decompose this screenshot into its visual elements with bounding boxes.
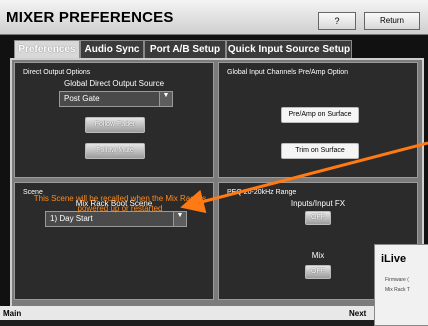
callout-arrow-icon <box>180 141 428 214</box>
mixer-preferences-screen: MIXER PREFERENCES ? Return Preferences A… <box>0 0 428 326</box>
